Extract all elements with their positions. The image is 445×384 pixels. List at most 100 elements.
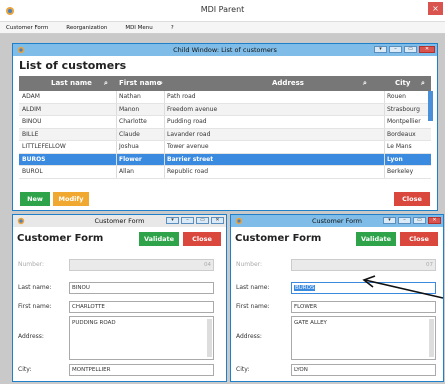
number-field: 04 [69,259,214,271]
table-row[interactable]: BINOU Charlotte Pudding road Montpellier [19,116,431,129]
column-divider [384,116,385,128]
validate-button[interactable]: Validate [139,232,179,246]
form-right-title-bar[interactable]: Customer Form ▾ – ▭ ✕ [231,215,443,227]
column-address[interactable]: Address [272,76,304,91]
column-divider [116,128,117,140]
sort-icon[interactable]: ⌕ [363,76,367,91]
table-body: ADAM Nathan Path road Rouen ALDIM Manon Freedo… [19,91,431,179]
last-name-label: Last name: [236,284,270,291]
close-button[interactable]: Close [394,192,430,206]
window-menu-button[interactable]: ▾ [166,217,179,224]
column-divider [164,166,165,178]
number-label: Number: [236,261,263,268]
address-scrollbar[interactable] [429,319,434,357]
cell-last-name: BILLE [22,130,39,138]
menu-mdi-menu[interactable]: MDI Menu [125,22,152,34]
column-divider [164,103,165,115]
last-name-selected-text: BUROS [294,285,316,291]
column-last-name[interactable]: Last name [51,76,92,91]
last-name-field[interactable]: BINOU [69,282,214,294]
menu-bar: Customer Form Reorganization MDI Menu ? [0,22,445,34]
cell-city: Bordeaux [387,130,416,138]
minimize-button[interactable]: – [398,217,411,224]
close-window-button[interactable]: ✕ [419,46,435,53]
cell-city: Le Mans [387,143,412,150]
cell-first-name: Nathan [119,93,141,100]
column-first-name[interactable]: First name [119,76,161,91]
first-name-field[interactable]: FLOWER [291,301,436,313]
table-row[interactable]: ALDIM Manon Freedom avenue Strasbourg [19,103,431,116]
column-divider [164,91,165,103]
city-label: City: [18,366,32,373]
sort-icon[interactable]: ⌕ [159,76,163,91]
menu-reorganization[interactable]: Reorganization [66,22,107,34]
sort-icon[interactable]: ⌕ [104,76,108,91]
table-row[interactable]: BUROL Allan Republic road Berkeley [19,166,431,179]
close-button[interactable]: Close [183,232,221,246]
column-city[interactable]: City [395,76,410,91]
restore-button[interactable]: ▭ [404,46,417,53]
close-window-button[interactable]: ✕ [211,217,224,224]
table-row[interactable]: BUROS Flower Barrier street Lyon [19,153,431,166]
address-field[interactable]: GATE ALLEY [291,316,436,360]
menu-help[interactable]: ? [171,22,174,34]
first-name-field[interactable]: CHARLOTTE [69,301,214,313]
table-row[interactable]: ADAM Nathan Path road Rouen [19,91,431,104]
address-field[interactable]: PUDDING ROAD [69,316,214,360]
cell-last-name: LITTLEFELLOW [22,143,66,150]
address-scrollbar[interactable] [207,319,212,357]
window-menu-button[interactable]: ▾ [374,46,387,53]
column-divider [384,166,385,178]
cell-city: Lyon [387,155,403,163]
table-header: Last name ⌕ First name ⌕ Address ⌕ City … [19,76,431,91]
cell-address: Pudding road [167,118,207,125]
minimize-button[interactable]: – [181,217,194,224]
cell-last-name: BUROL [22,168,43,175]
parent-title-bar: MDI Parent × [0,0,445,22]
cell-address: Lavander road [167,130,211,138]
city-field[interactable]: MONTPELLIER [69,364,214,376]
minimize-button[interactable]: – [389,46,402,53]
address-label: Address: [236,333,262,340]
column-divider [116,166,117,178]
pointer-arrow-icon [362,275,444,299]
column-divider [116,141,117,153]
column-divider [164,153,165,165]
modify-button[interactable]: Modify [53,192,89,206]
cell-last-name: BINOU [22,118,42,125]
city-field[interactable]: LYON [291,364,436,376]
cell-first-name: Claude [119,130,140,138]
cell-first-name: Allan [119,168,134,175]
parent-close-button[interactable]: × [428,2,443,15]
column-divider [116,103,117,115]
column-divider [164,128,165,140]
column-divider [384,153,385,165]
list-window-title-bar[interactable]: Child Window: List of customers ▾ – ▭ ✕ [13,44,437,56]
close-window-button[interactable]: ✕ [428,217,441,224]
window-menu-button[interactable]: ▾ [383,217,396,224]
new-button[interactable]: New [20,192,50,206]
validate-button[interactable]: Validate [356,232,396,246]
form-heading: Customer Form [235,233,322,244]
column-divider [384,103,385,115]
cell-address: Path road [167,93,196,100]
cell-address: Republic road [167,168,209,175]
close-button[interactable]: Close [400,232,438,246]
restore-button[interactable]: ▭ [413,217,426,224]
cell-city: Strasbourg [387,105,420,113]
cell-address: Barrier street [167,155,214,163]
table-row[interactable]: BILLE Claude Lavander road Bordeaux [19,128,431,141]
table-row[interactable]: LITTLEFELLOW Joshua Tower avenue Le Mans [19,141,431,154]
address-text: GATE ALLEY [294,320,327,326]
form-left-title-bar[interactable]: Customer Form ▾ – ▭ ✕ [13,215,226,227]
column-divider [384,141,385,153]
cell-address: Tower avenue [167,143,209,150]
restore-button[interactable]: ▭ [196,217,209,224]
menu-customer-form[interactable]: Customer Form [6,22,48,34]
last-name-label: Last name: [18,284,52,291]
cell-city: Montpellier [387,118,421,125]
sort-icon[interactable]: ⌕ [421,76,425,91]
list-heading: List of customers [19,59,127,72]
table-scrollbar[interactable] [428,91,433,121]
customer-form-left: Customer Form ▾ – ▭ ✕ Customer Form Vali… [12,214,227,382]
